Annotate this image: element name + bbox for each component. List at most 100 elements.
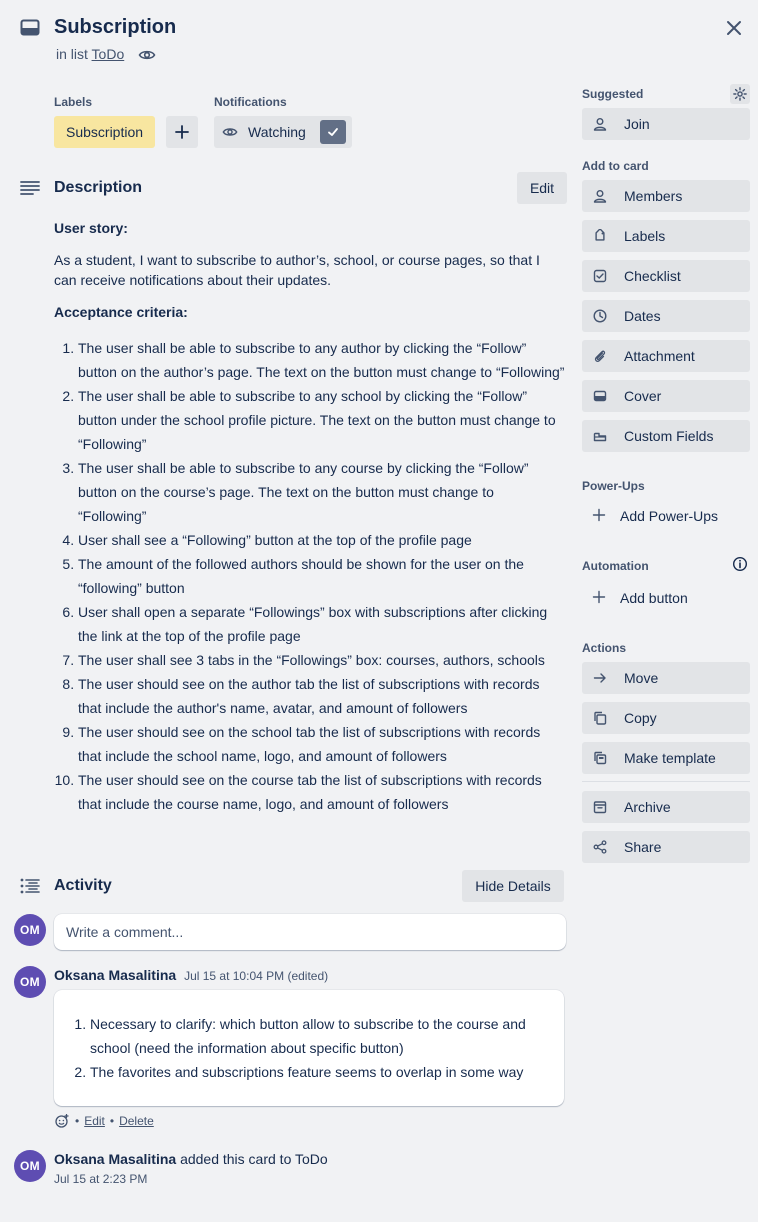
- edit-comment-link[interactable]: Edit: [84, 1114, 105, 1128]
- separator: •: [109, 1114, 115, 1128]
- copy-label: Copy: [624, 710, 657, 726]
- custom-fields-icon: [592, 428, 608, 444]
- gear-icon: [733, 87, 747, 101]
- checklist-label: Checklist: [624, 268, 681, 284]
- share-button[interactable]: Share: [582, 831, 750, 863]
- labels-label: Labels: [624, 228, 666, 244]
- members-label: Members: [624, 188, 683, 204]
- user-story-text: As a student, I want to subscribe to aut…: [54, 252, 540, 288]
- activity-event: Oksana Masalitina added this card to ToD…: [54, 1151, 328, 1167]
- edit-description-button[interactable]: Edit: [517, 172, 567, 204]
- person-icon: [592, 188, 608, 204]
- cover-label: Cover: [624, 388, 662, 404]
- add-button-label: Add button: [620, 590, 688, 606]
- criteria-list: The user shall be able to subscribe to a…: [54, 336, 566, 816]
- tag-icon: [592, 228, 608, 244]
- list-location: in list ToDo: [56, 46, 124, 62]
- paperclip-icon: [592, 348, 608, 364]
- custom-fields-button[interactable]: Custom Fields: [582, 420, 750, 452]
- arrow-right-icon: [592, 670, 608, 686]
- comment-input[interactable]: Write a comment...: [54, 914, 566, 950]
- settings-button[interactable]: [730, 84, 750, 104]
- labels-button[interactable]: Labels: [582, 220, 750, 252]
- attachment-label: Attachment: [624, 348, 695, 364]
- comment-header: Oksana Masalitina Jul 15 at 10:04 PM (ed…: [54, 967, 328, 983]
- activity-heading: Activity: [54, 877, 112, 894]
- emoji-reaction-icon[interactable]: [54, 1113, 70, 1129]
- watch-button[interactable]: Watching: [214, 116, 352, 148]
- members-button[interactable]: Members: [582, 180, 750, 212]
- list-link[interactable]: ToDo: [92, 46, 125, 62]
- separator: •: [75, 1114, 80, 1128]
- close-button[interactable]: [722, 16, 746, 40]
- comment-author[interactable]: Oksana Masalitina: [54, 967, 176, 983]
- avatar[interactable]: OM: [14, 914, 46, 946]
- delete-comment-link[interactable]: Delete: [119, 1114, 154, 1128]
- actions-heading: Actions: [582, 641, 627, 655]
- share-label: Share: [624, 839, 662, 855]
- criteria-item: The user shall be able to subscribe to a…: [78, 456, 566, 528]
- archive-label: Archive: [624, 799, 671, 815]
- cover-icon: [592, 388, 608, 404]
- cover-button[interactable]: Cover: [582, 380, 750, 412]
- close-icon: [727, 21, 741, 35]
- event-author[interactable]: Oksana Masalitina: [54, 1151, 176, 1167]
- criteria-item: User shall see a “Following” button at t…: [78, 528, 566, 552]
- powerups-heading: Power-Ups: [582, 479, 645, 493]
- copy-button[interactable]: Copy: [582, 702, 750, 734]
- eye-icon: [138, 46, 156, 64]
- copy-icon: [592, 710, 608, 726]
- plus-icon: [592, 508, 608, 524]
- join-button[interactable]: Join: [582, 108, 750, 140]
- criteria-item: User shall open a separate “Followings” …: [78, 600, 566, 648]
- dates-label: Dates: [624, 308, 661, 324]
- add-label-button[interactable]: [166, 116, 198, 148]
- info-icon[interactable]: [732, 556, 748, 572]
- archive-button[interactable]: Archive: [582, 791, 750, 823]
- divider: [582, 781, 750, 782]
- comment-actions: • Edit • Delete: [54, 1113, 154, 1129]
- add-powerups-button[interactable]: Add Power-Ups: [582, 500, 750, 532]
- criteria-item: The amount of the followed authors shoul…: [78, 552, 566, 600]
- make-template-label: Make template: [624, 750, 716, 766]
- comment-timestamp[interactable]: Jul 15 at 10:04 PM (edited): [184, 969, 328, 983]
- hide-details-button[interactable]: Hide Details: [462, 870, 564, 902]
- move-button[interactable]: Move: [582, 662, 750, 694]
- comment-item: The favorites and subscriptions feature …: [90, 1060, 552, 1084]
- join-label: Join: [624, 116, 650, 132]
- eye-icon: [222, 124, 238, 140]
- description-heading: Description: [54, 179, 143, 196]
- automation-heading: Automation: [582, 559, 649, 573]
- add-button-button[interactable]: Add button: [582, 582, 750, 614]
- event-timestamp[interactable]: Jul 15 at 2:23 PM: [54, 1172, 147, 1186]
- criteria-item: The user shall be able to subscribe to a…: [78, 384, 566, 456]
- description-icon: [20, 180, 40, 196]
- card-title[interactable]: Subscription: [54, 16, 176, 39]
- avatar[interactable]: OM: [14, 966, 46, 998]
- attachment-button[interactable]: Attachment: [582, 340, 750, 372]
- make-template-button[interactable]: Make template: [582, 742, 750, 774]
- dates-button[interactable]: Dates: [582, 300, 750, 332]
- checklist-icon: [592, 268, 608, 284]
- criteria-item: The user should see on the school tab th…: [78, 720, 566, 768]
- archive-icon: [592, 799, 608, 815]
- check-icon: [320, 120, 346, 144]
- description-body[interactable]: User story: As a student, I want to subs…: [54, 214, 566, 816]
- avatar[interactable]: OM: [14, 1150, 46, 1182]
- move-label: Move: [624, 670, 659, 686]
- template-icon: [592, 750, 608, 766]
- person-icon: [592, 116, 608, 132]
- comment-body: Necessary to clarify: which button allow…: [54, 990, 564, 1106]
- comment-list: Necessary to clarify: which button allow…: [66, 1012, 552, 1084]
- notifications-heading: Notifications: [214, 95, 287, 109]
- plus-icon: [592, 590, 608, 606]
- criteria-item: The user should see on the author tab th…: [78, 672, 566, 720]
- checklist-button[interactable]: Checklist: [582, 260, 750, 292]
- clock-icon: [592, 308, 608, 324]
- activity-icon: [20, 878, 40, 894]
- label-chip[interactable]: Subscription: [54, 116, 156, 148]
- comment-item: Necessary to clarify: which button allow…: [90, 1012, 552, 1060]
- share-icon: [592, 839, 608, 855]
- watch-label: Watching: [248, 124, 306, 140]
- criteria-item: The user should see on the course tab th…: [78, 768, 566, 816]
